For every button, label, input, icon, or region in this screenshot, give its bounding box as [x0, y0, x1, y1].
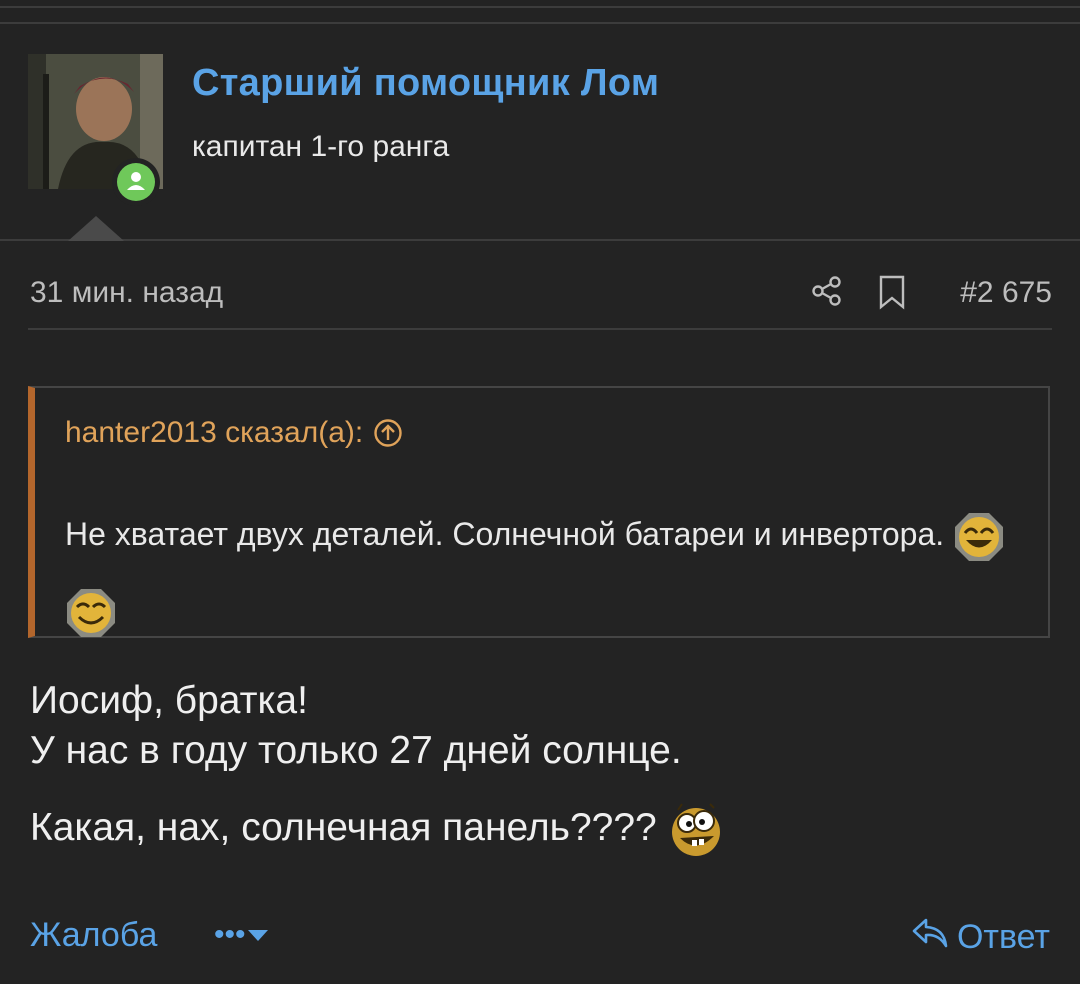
reply-button[interactable]: Ответ [911, 916, 1050, 959]
post-meta-bar: 31 мин. назад #2 675 [28, 270, 1052, 330]
quote-body: Не хватает двух деталей. Солнечной батар… [65, 516, 945, 552]
arrow-up-circle-icon[interactable] [373, 418, 403, 448]
message-line: Иосиф, братка! [30, 679, 308, 722]
reply-icon [911, 916, 949, 959]
quote-block: hanter2013 сказал(а): Не хватает двух де… [28, 386, 1050, 638]
bookmark-icon[interactable] [877, 274, 907, 310]
post-author-block: Старший помощник Лом капитан 1-го ранга [28, 54, 1080, 240]
message-line: Какая, нах, солнечная панель???? [30, 806, 657, 849]
rofl-smiley-icon [668, 802, 724, 858]
laughing-smiley-icon [65, 587, 117, 639]
user-rank: капитан 1-го ранга [192, 130, 450, 163]
message-line-with-smiley: Какая, нах, солнечная панель???? [30, 800, 1050, 858]
post-message: Иосиф, братка! У нас в году только 27 дн… [30, 676, 1050, 858]
online-status-badge [112, 158, 160, 206]
report-link[interactable]: Жалоба [30, 916, 157, 955]
post-number-link[interactable]: #2 675 [960, 276, 1052, 310]
share-icon[interactable] [810, 274, 844, 308]
more-dots: ••• [214, 918, 246, 951]
quote-author-text: hanter2013 сказал(а): [65, 416, 364, 449]
top-divider [0, 22, 1080, 24]
author-divider [0, 239, 1080, 241]
chevron-down-icon [246, 918, 270, 952]
quote-author-line[interactable]: hanter2013 сказал(а): [65, 416, 403, 450]
more-actions-button[interactable]: ••• [214, 918, 270, 952]
reply-label: Ответ [956, 918, 1050, 956]
username-link[interactable]: Старший помощник Лом [192, 62, 659, 105]
message-line: У нас в году только 27 дней солнце. [30, 729, 682, 772]
user-online-icon [117, 163, 155, 201]
quote-text: Не хватает двух деталей. Солнечной батар… [65, 496, 1028, 648]
top-divider [0, 6, 1080, 8]
laughing-smiley-icon [953, 511, 1005, 563]
post-actions: Жалоба ••• Ответ [30, 910, 1050, 966]
post-time[interactable]: 31 мин. назад [30, 276, 223, 310]
author-pointer [68, 216, 124, 241]
